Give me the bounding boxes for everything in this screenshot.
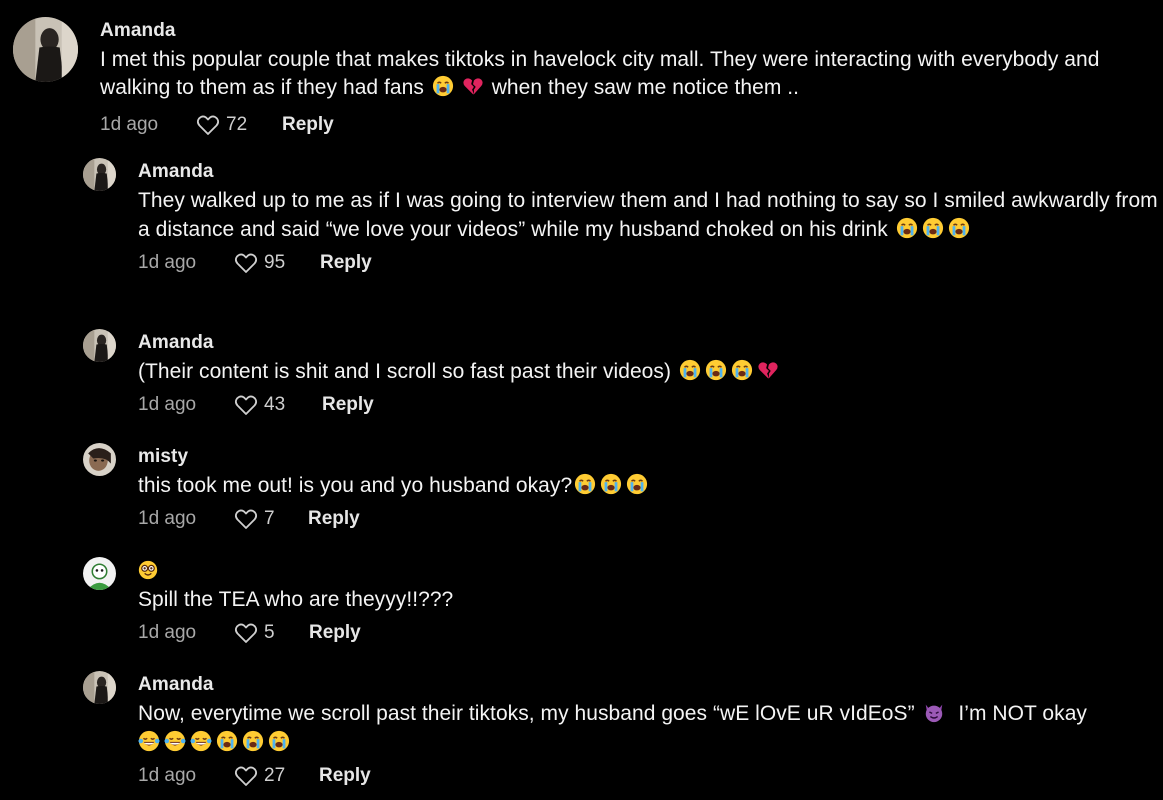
avatar-green-icon[interactable] (83, 557, 116, 590)
comment-username[interactable]: misty (138, 446, 1138, 468)
heart-icon (234, 395, 258, 415)
comment-body: Amanda I met this popular couple that ma… (100, 20, 1160, 138)
comment-text-part: (Their content is shit and I scroll so f… (138, 360, 671, 383)
heart-icon (196, 115, 220, 135)
loudly-crying-face-icon (432, 75, 454, 97)
comment-text: Now, everytime we scroll past their tikt… (138, 699, 1158, 757)
like-count: 95 (264, 252, 286, 273)
heart-icon (234, 766, 258, 786)
comment-body: Amanda (Their content is shit and I scro… (138, 332, 1158, 418)
like-button[interactable]: 5 (234, 622, 309, 644)
comment-meta: 1d ago 95 Reply (138, 250, 1163, 276)
comment-text: Spill the TEA who are theyyy!!??? (138, 585, 1138, 614)
like-button[interactable]: 43 (234, 394, 322, 416)
comment-meta: 1d ago 7 Reply (138, 506, 1138, 532)
heart-icon (234, 253, 258, 273)
loudly-crying-face-icon (896, 217, 918, 239)
avatar-amanda-icon[interactable] (83, 329, 116, 362)
loudly-crying-face-icon (242, 730, 264, 752)
comment-meta: 1d ago 27 Reply (138, 763, 1158, 789)
comment-text-part: Now, everytime we scroll past their tikt… (138, 702, 921, 725)
smiling-face-with-horns-icon (923, 701, 945, 723)
comment-username[interactable] (138, 560, 1138, 582)
reply-button[interactable]: Reply (308, 508, 360, 530)
comment-text-part: I’m NOT okay (952, 702, 1087, 725)
loudly-crying-face-icon (922, 217, 944, 239)
comment-text: I met this popular couple that makes tik… (100, 46, 1160, 102)
reply-button[interactable]: Reply (322, 394, 374, 416)
tears-of-joy-icon (190, 730, 212, 752)
loudly-crying-face-icon (574, 473, 596, 495)
like-count: 27 (264, 765, 286, 786)
loudly-crying-face-icon (600, 473, 622, 495)
comment-text-part: when they saw me notice them .. (485, 76, 800, 99)
comment-text-part: Spill the TEA who are theyyy!!??? (138, 588, 454, 611)
comment-time: 1d ago (138, 508, 197, 529)
loudly-crying-face-icon (268, 730, 290, 752)
reply-button[interactable]: Reply (320, 252, 372, 274)
comment-time: 1d ago (100, 114, 159, 135)
comment-body: misty this took me out! is you and yo hu… (138, 446, 1138, 532)
comment-username[interactable]: Amanda (138, 161, 1163, 183)
like-button[interactable]: 72 (196, 114, 282, 136)
like-count: 43 (264, 394, 286, 415)
comment-username[interactable]: Amanda (138, 332, 1158, 354)
face-with-glasses-icon (138, 560, 158, 580)
broken-heart-icon (462, 75, 484, 97)
loudly-crying-face-icon (731, 359, 753, 381)
like-button[interactable]: 7 (234, 508, 308, 530)
comment-text-part: this took me out! is you and yo husband … (138, 474, 573, 497)
comment-username[interactable]: Amanda (100, 20, 1160, 42)
comment-text-part: They walked up to me as if I was going t… (138, 189, 1158, 241)
heart-icon (234, 509, 258, 529)
avatar-amanda-icon[interactable] (13, 17, 78, 82)
comment-body: Amanda They walked up to me as if I was … (138, 161, 1163, 276)
reply-button[interactable]: Reply (309, 622, 361, 644)
tears-of-joy-icon (138, 730, 160, 752)
avatar-misty-icon[interactable] (83, 443, 116, 476)
heart-icon (234, 623, 258, 643)
like-count: 7 (264, 508, 275, 529)
comment-meta: 1d ago 5 Reply (138, 620, 1138, 646)
comment-body: Spill the TEA who are theyyy!!??? 1d ago… (138, 560, 1138, 646)
like-button[interactable]: 27 (234, 765, 319, 787)
comment-text: They walked up to me as if I was going t… (138, 186, 1163, 244)
comment-time: 1d ago (138, 252, 197, 273)
like-count: 72 (226, 114, 248, 135)
reply-button[interactable]: Reply (282, 114, 334, 136)
comment-text: (Their content is shit and I scroll so f… (138, 357, 1158, 386)
tears-of-joy-icon (164, 730, 186, 752)
comment-text: this took me out! is you and yo husband … (138, 471, 1138, 500)
loudly-crying-face-icon (626, 473, 648, 495)
like-count: 5 (264, 622, 275, 643)
comment-time: 1d ago (138, 622, 197, 643)
broken-heart-icon (757, 359, 779, 381)
reply-button[interactable]: Reply (319, 765, 371, 787)
comment-username[interactable]: Amanda (138, 674, 1158, 696)
like-button[interactable]: 95 (234, 252, 320, 274)
comment-meta: 1d ago 43 Reply (138, 392, 1158, 418)
loudly-crying-face-icon (948, 217, 970, 239)
loudly-crying-face-icon (216, 730, 238, 752)
comment-time: 1d ago (138, 394, 197, 415)
avatar-amanda-icon[interactable] (83, 158, 116, 191)
comment-time: 1d ago (138, 765, 197, 786)
loudly-crying-face-icon (679, 359, 701, 381)
comment-body: Amanda Now, everytime we scroll past the… (138, 674, 1158, 789)
loudly-crying-face-icon (705, 359, 727, 381)
comment-meta: 1d ago 72 Reply (100, 112, 1160, 138)
avatar-amanda-icon[interactable] (83, 671, 116, 704)
